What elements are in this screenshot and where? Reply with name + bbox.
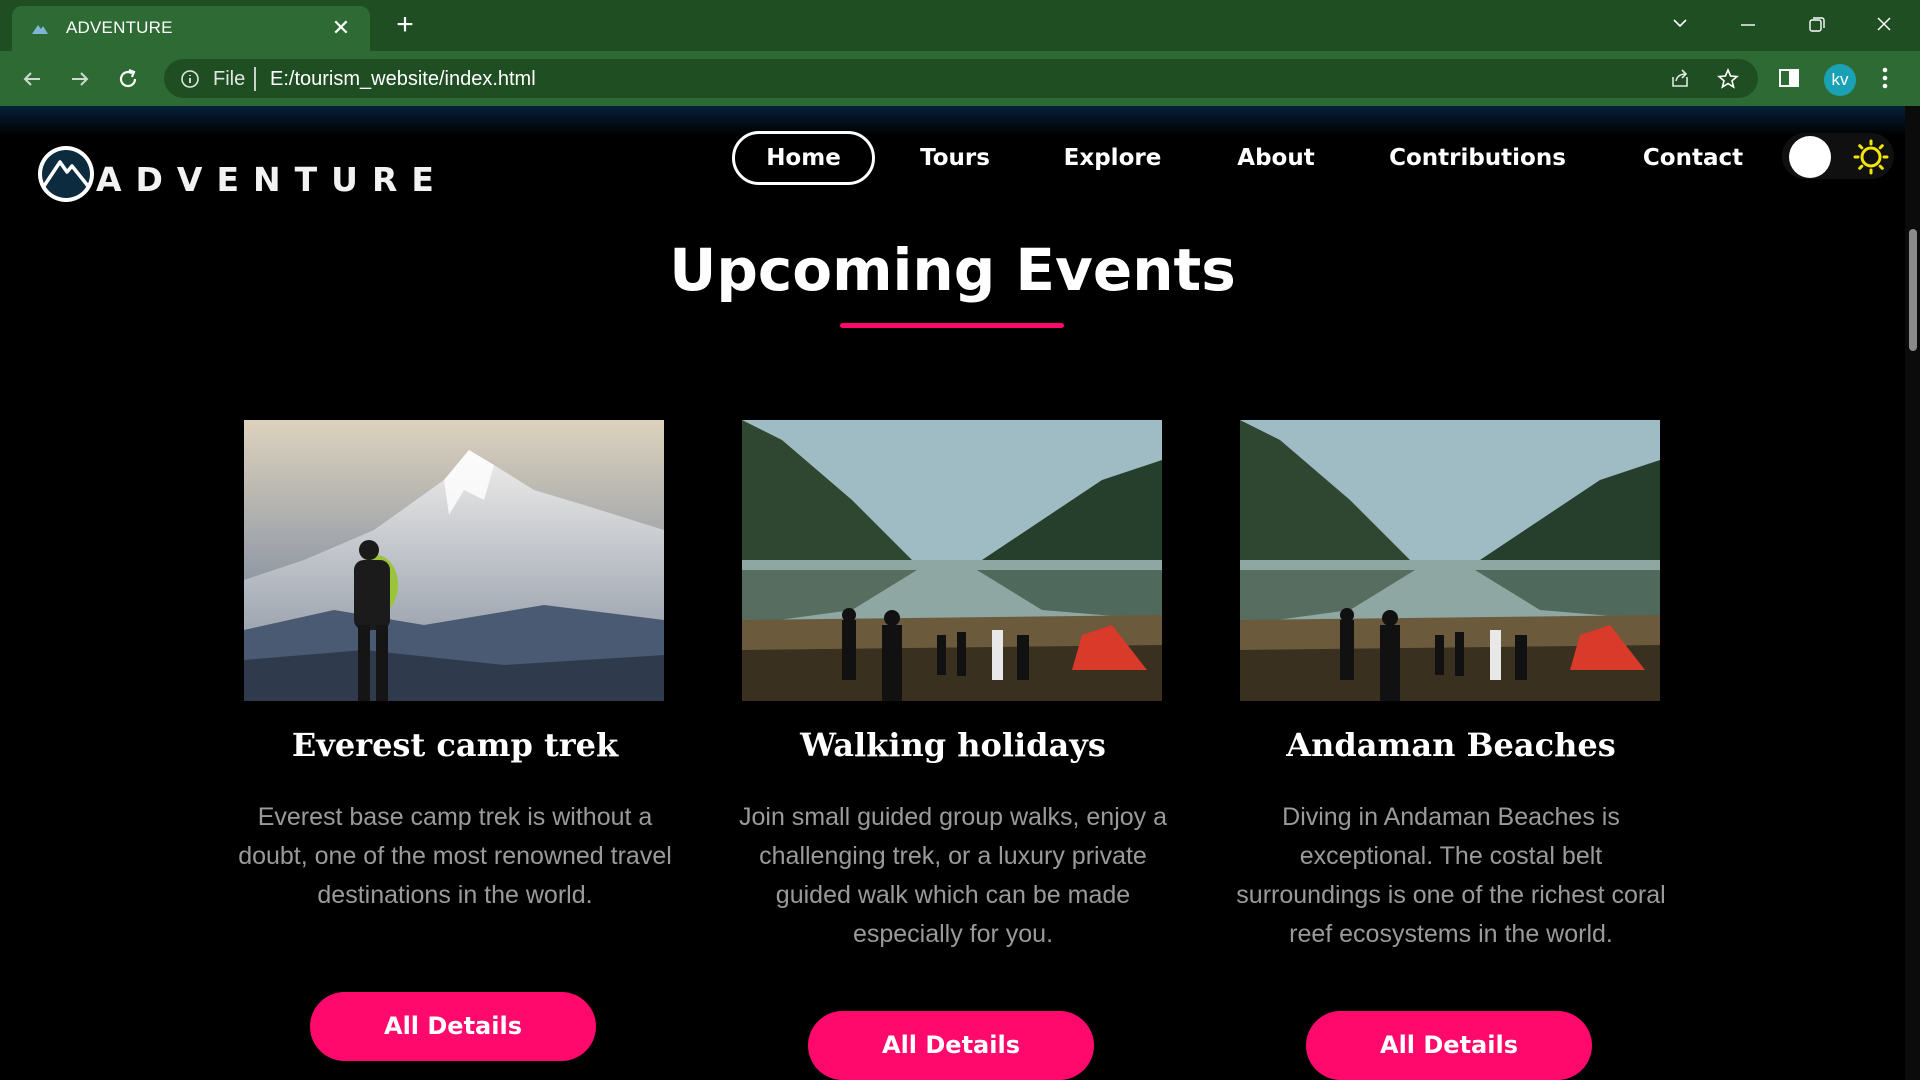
theme-toggle[interactable] <box>1782 133 1894 179</box>
address-bar[interactable]: File E:/tourism_website/index.html <box>164 59 1758 98</box>
site-info-icon[interactable] <box>180 69 200 89</box>
event-card: Everest camp trek Everest base camp trek… <box>230 420 690 1070</box>
nav-tours[interactable]: Tours <box>900 131 1010 185</box>
url-separator <box>254 67 256 91</box>
toggle-knob <box>1789 136 1831 178</box>
page-viewport: ADVENTURE Home Tours Explore About Contr… <box>0 106 1905 1080</box>
minimize-icon[interactable] <box>1730 10 1766 40</box>
browser-toolbar: File E:/tourism_website/index.html kv <box>0 51 1920 106</box>
all-details-button[interactable]: All Details <box>808 1011 1094 1080</box>
logo-text: ADVENTURE <box>96 160 448 199</box>
new-tab-icon[interactable]: + <box>390 10 420 40</box>
tab-title: ADVENTURE <box>66 18 173 37</box>
event-card: Andaman Beaches Diving in Andaman Beache… <box>1226 420 1686 1080</box>
forward-icon[interactable] <box>66 65 94 93</box>
share-icon[interactable] <box>1669 68 1691 90</box>
back-icon[interactable] <box>18 65 46 93</box>
restore-icon[interactable] <box>1798 10 1834 40</box>
event-title: Everest camp trek <box>291 726 619 764</box>
url-text[interactable]: E:/tourism_website/index.html <box>270 68 536 91</box>
page-scrollbar[interactable] <box>1905 106 1920 1080</box>
event-description: Diving in Andaman Beaches is exceptional… <box>1236 803 1666 948</box>
event-title: Walking holidays <box>800 726 1106 764</box>
event-title: Andaman Beaches <box>1286 726 1616 764</box>
tab-close-icon[interactable]: ✕ <box>328 15 354 41</box>
browser-tab[interactable]: ADVENTURE ✕ <box>12 6 370 51</box>
mountain-logo-icon <box>38 146 94 202</box>
event-description: Join small guided group walks, enjoy a c… <box>738 803 1167 948</box>
nav-home[interactable]: Home <box>732 131 875 185</box>
event-image-mountain <box>244 420 664 701</box>
browser-tab-strip: ADVENTURE ✕ + <box>0 0 1920 51</box>
url-scheme: File <box>213 68 246 90</box>
nav-explore[interactable]: Explore <box>1050 131 1175 185</box>
tab-search-icon[interactable] <box>1662 10 1698 40</box>
all-details-button[interactable]: All Details <box>1306 1011 1592 1080</box>
event-image-lake <box>1240 420 1660 701</box>
nav-contact[interactable]: Contact <box>1628 131 1758 185</box>
all-details-button[interactable]: All Details <box>310 992 596 1061</box>
side-panel-icon[interactable] <box>1777 66 1801 90</box>
bookmark-star-icon[interactable] <box>1717 68 1739 90</box>
event-image-lake <box>742 420 1162 701</box>
event-card: Walking holidays Join small guided group… <box>728 420 1188 1080</box>
profile-avatar[interactable]: kv <box>1824 64 1856 96</box>
site-logo[interactable]: ADVENTURE <box>36 140 434 210</box>
event-description: Everest base camp trek is without a doub… <box>238 803 672 909</box>
nav-contributions[interactable]: Contributions <box>1380 131 1575 185</box>
close-window-icon[interactable] <box>1866 10 1902 40</box>
reload-icon[interactable] <box>114 65 142 93</box>
scrollbar-thumb[interactable] <box>1909 229 1917 351</box>
browser-menu-icon[interactable] <box>1880 65 1890 91</box>
section-title: Upcoming Events <box>669 236 1236 304</box>
title-underline <box>840 323 1064 328</box>
nav-about[interactable]: About <box>1218 131 1334 185</box>
favicon-icon <box>32 25 48 34</box>
sun-icon <box>1853 139 1889 175</box>
